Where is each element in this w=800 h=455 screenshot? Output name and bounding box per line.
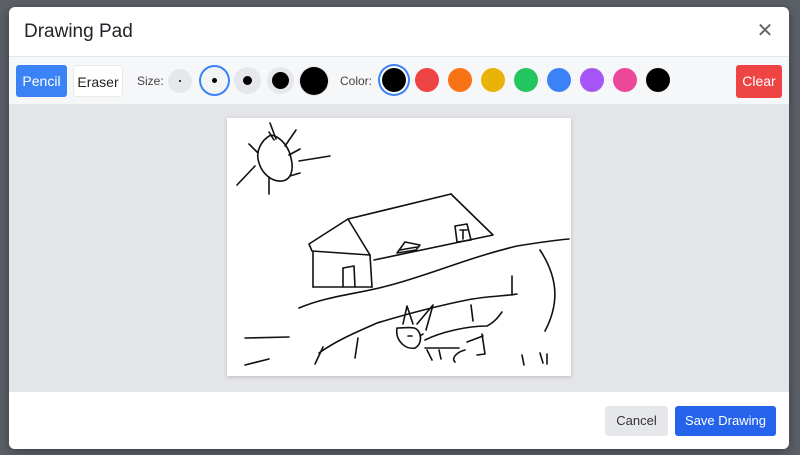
size-option-4[interactable] (267, 67, 294, 94)
size-option-3[interactable] (234, 67, 261, 94)
drawing-canvas[interactable] (227, 118, 571, 376)
dialog-footer: Cancel Save Drawing (9, 391, 789, 449)
color-swatch-8[interactable] (613, 68, 637, 92)
color-swatch-9[interactable] (646, 68, 670, 92)
size-option-2[interactable] (201, 67, 228, 94)
color-label: Color: (340, 74, 373, 88)
pencil-button[interactable]: Pencil (16, 65, 67, 97)
color-swatch-2[interactable] (415, 68, 439, 92)
color-swatch-7[interactable] (580, 68, 604, 92)
drawing-pad-dialog: Drawing Pad ✕ Pencil Eraser Size: Color:… (9, 7, 789, 449)
close-icon[interactable]: ✕ (755, 21, 775, 41)
save-drawing-button[interactable]: Save Drawing (675, 406, 776, 436)
clear-button[interactable]: Clear (736, 65, 782, 98)
color-swatch-4[interactable] (481, 68, 505, 92)
canvas-area (9, 105, 789, 391)
eraser-button[interactable]: Eraser (73, 65, 123, 97)
color-swatch-5[interactable] (514, 68, 538, 92)
size-option-1[interactable] (168, 69, 192, 93)
size-option-5[interactable] (299, 66, 329, 96)
toolbar: Pencil Eraser Size: Color: Clear (9, 57, 789, 105)
color-swatch-1[interactable] (382, 68, 406, 92)
sketch-drawing (236, 122, 570, 366)
color-swatch-6[interactable] (547, 68, 571, 92)
cancel-button[interactable]: Cancel (605, 406, 668, 436)
color-swatch-3[interactable] (448, 68, 472, 92)
dialog-header: Drawing Pad ✕ (9, 7, 789, 57)
dialog-title: Drawing Pad (24, 21, 133, 42)
size-label: Size: (137, 74, 164, 88)
